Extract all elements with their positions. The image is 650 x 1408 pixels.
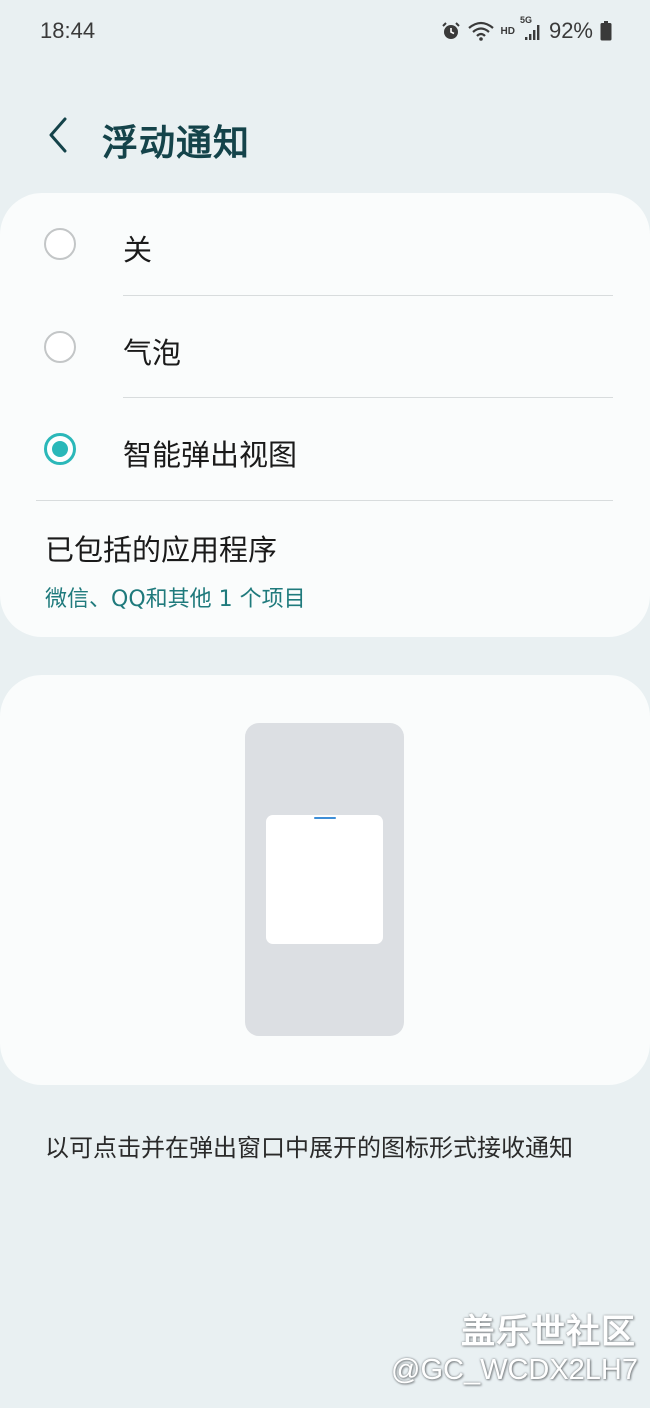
- wifi-icon: [467, 21, 494, 41]
- included-apps-subtitle: 微信、QQ和其他 1 个项目: [45, 587, 306, 612]
- included-apps-title: 已包括的应用程序: [45, 533, 278, 567]
- feature-description: 以可点击并在弹出窗口中展开的图标形式接收通知: [45, 1134, 573, 1162]
- option-off-label: 关: [123, 233, 153, 267]
- chevron-left-icon: [46, 116, 70, 158]
- battery-percent: 92%: [548, 18, 593, 43]
- included-apps-item[interactable]: 已包括的应用程序 微信、QQ和其他 1 个项目: [0, 505, 650, 625]
- signal-icon: 5G: [520, 15, 542, 41]
- alarm-icon: [441, 21, 461, 41]
- option-smart-popup-label: 智能弹出视图: [123, 438, 298, 472]
- popup-window-illustration: [266, 815, 383, 944]
- option-bubble[interactable]: 气泡: [0, 296, 650, 398]
- option-bubble-label: 气泡: [123, 336, 182, 370]
- radio-bubble[interactable]: [44, 331, 76, 363]
- preview-card: [0, 675, 650, 1085]
- network-5g-label: 5G: [519, 15, 532, 25]
- status-icons: HD 5G 92%: [441, 15, 613, 46]
- app-header: 浮动通知: [0, 100, 650, 176]
- status-time: 18:44: [40, 18, 96, 43]
- watermark-title: 盖乐世社区: [461, 1312, 636, 1352]
- radio-smart-popup[interactable]: [44, 433, 76, 465]
- option-off[interactable]: 关: [0, 193, 650, 295]
- status-bar: 18:44 HD 5G 92%: [0, 0, 650, 64]
- popup-handle: [314, 817, 336, 819]
- network-hd-label: HD: [500, 25, 515, 37]
- divider: [36, 500, 613, 501]
- option-smart-popup[interactable]: 智能弹出视图: [0, 398, 650, 500]
- phone-illustration: [245, 723, 404, 1036]
- back-button[interactable]: [36, 112, 80, 162]
- page-title: 浮动通知: [102, 123, 251, 164]
- battery-icon: [600, 21, 612, 41]
- options-card: 关 气泡 智能弹出视图 已包括的应用程序 微信、QQ和其他 1 个项目: [0, 193, 650, 637]
- watermark-user: @GC_WCDX2LH7: [391, 1354, 638, 1386]
- radio-off[interactable]: [44, 228, 76, 260]
